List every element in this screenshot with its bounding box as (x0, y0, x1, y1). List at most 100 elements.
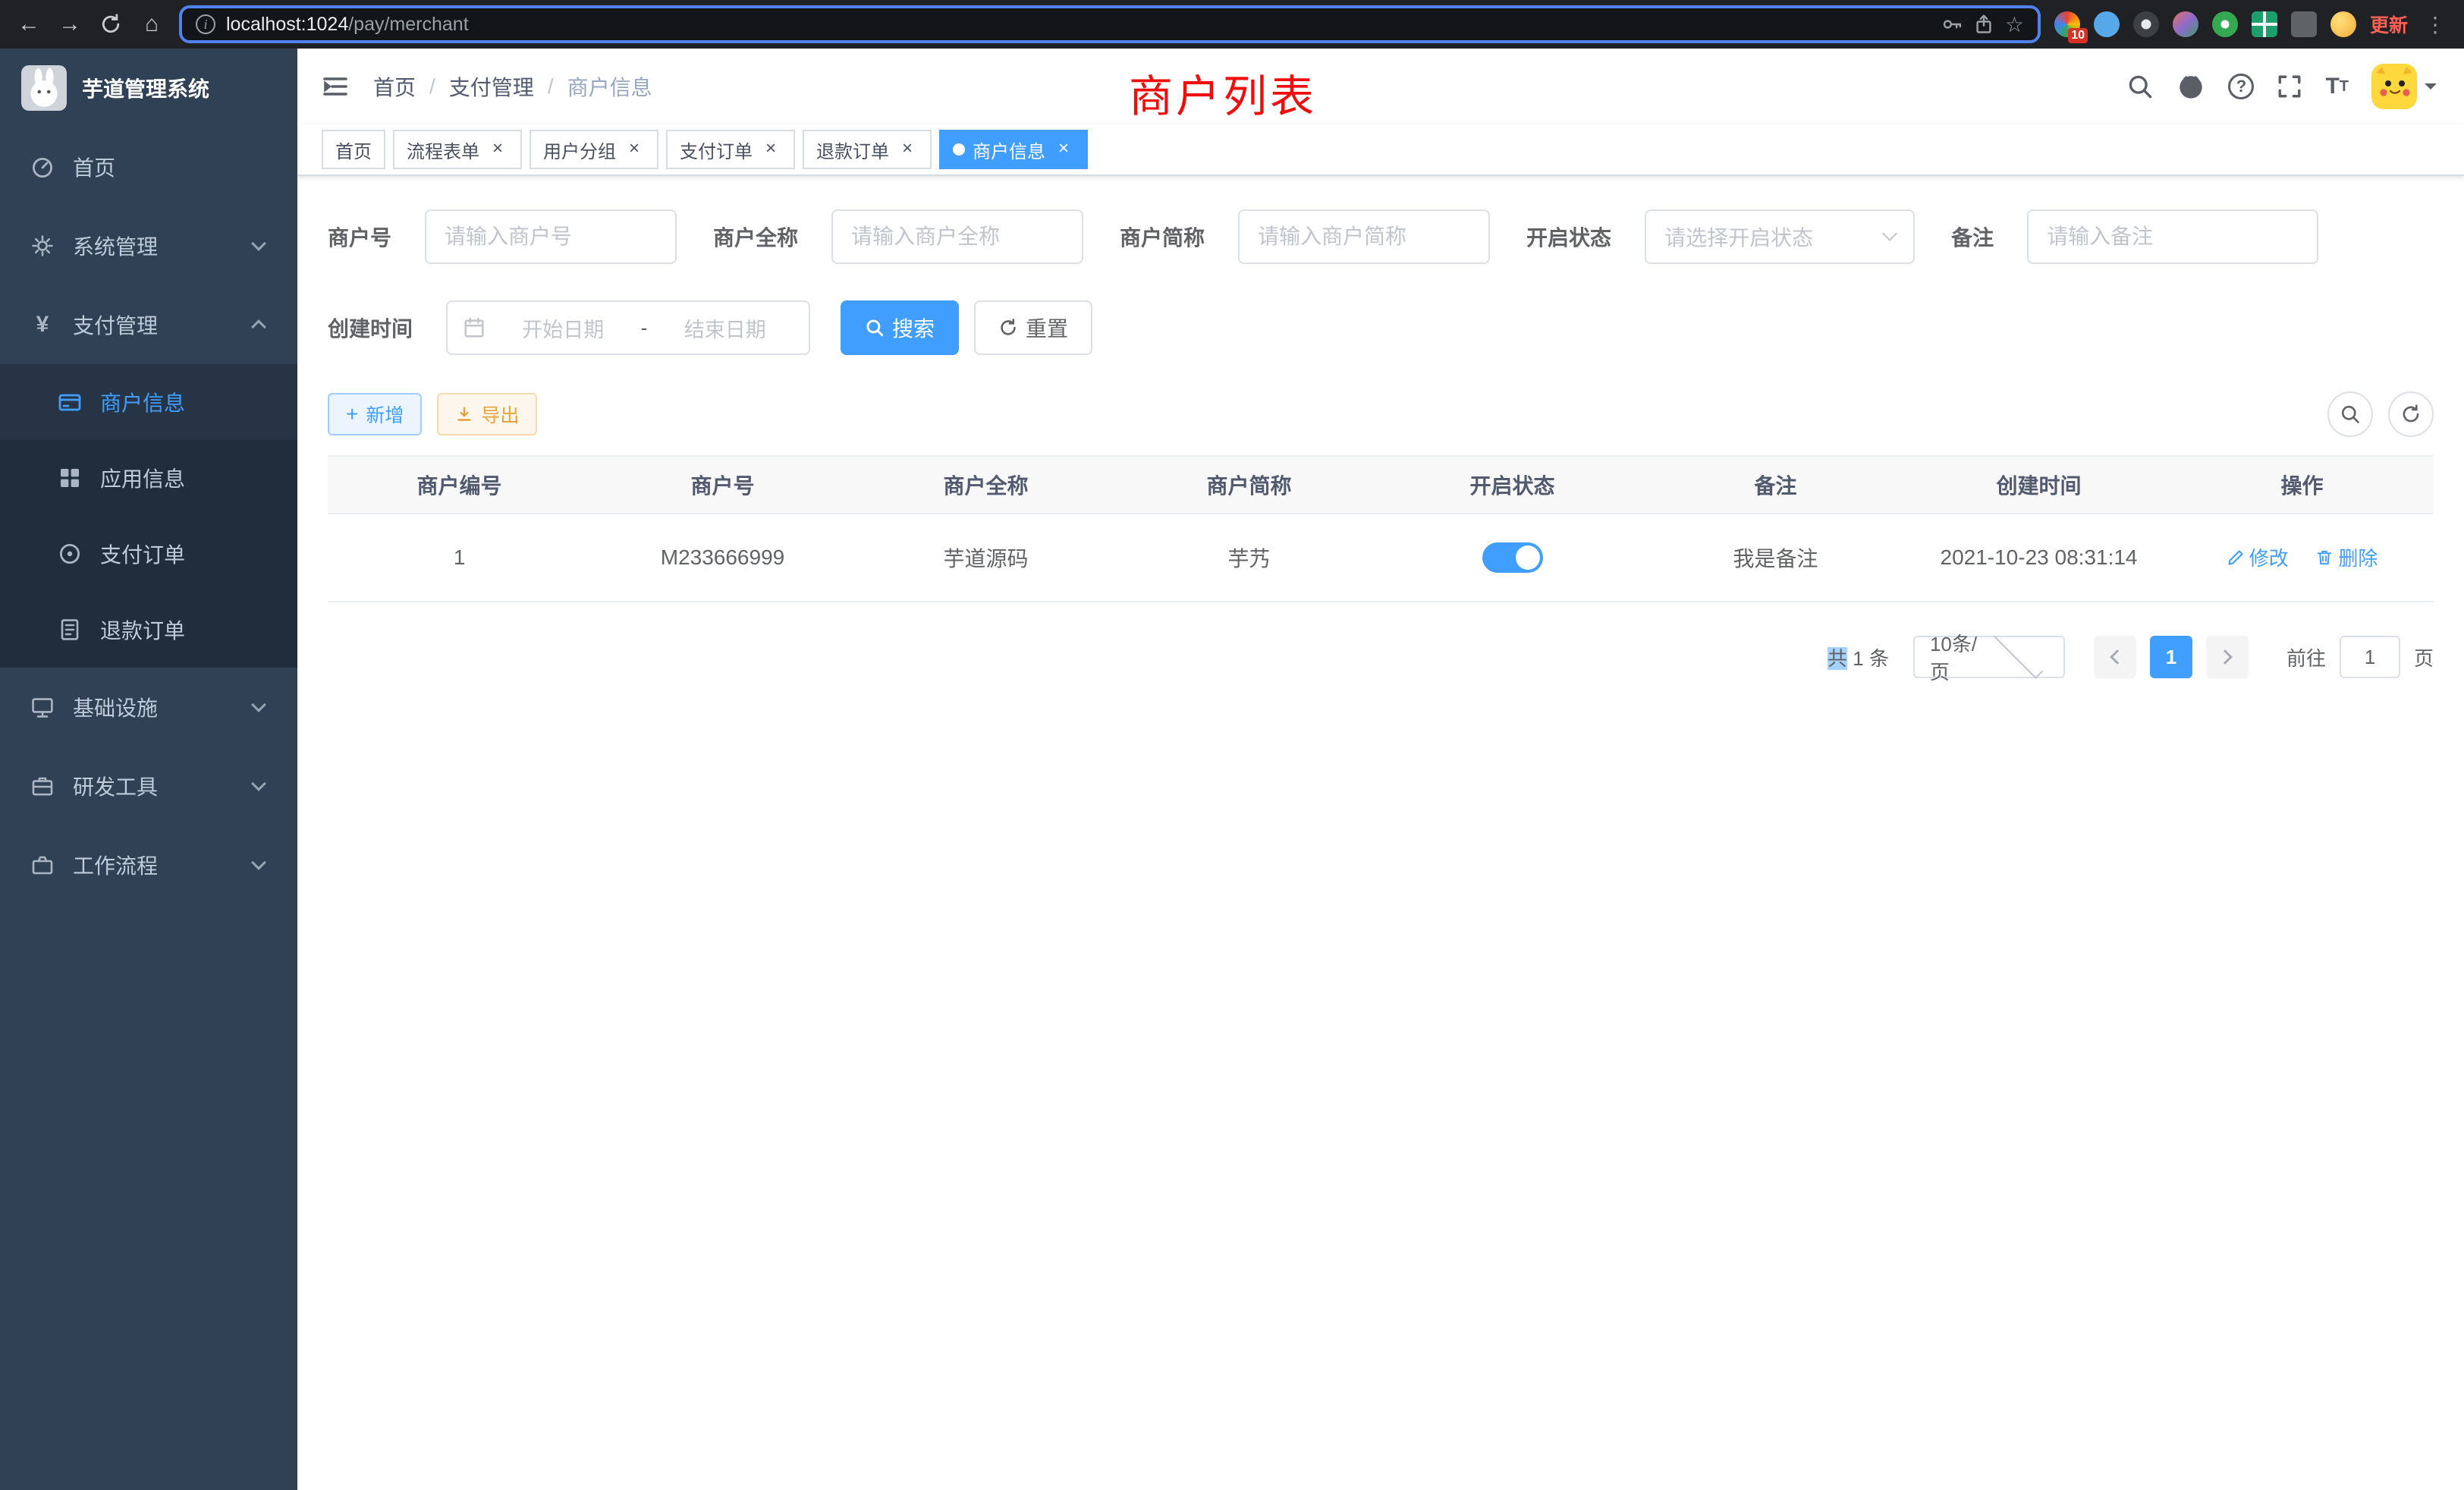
prev-page-button[interactable] (2094, 636, 2136, 678)
create-time-range-picker[interactable]: 开始日期 - 结束日期 (446, 300, 810, 355)
tab-refund-order[interactable]: 退款订单× (803, 130, 932, 169)
goto-page-input[interactable] (2340, 636, 2400, 678)
extension-icon[interactable] (2133, 11, 2159, 37)
toolbox-icon (30, 774, 55, 798)
export-button[interactable]: 导出 (437, 393, 537, 435)
browser-home-icon[interactable]: ⌂ (138, 13, 165, 36)
gear-icon (30, 234, 55, 258)
dashboard-icon (30, 155, 55, 179)
status-select[interactable]: 请选择开启状态 (1645, 209, 1915, 264)
cell-create-time: 2021-10-23 08:31:14 (1907, 514, 2170, 602)
full-name-input[interactable] (833, 211, 1082, 262)
breadcrumb-item[interactable]: 首页 (373, 71, 416, 102)
tab-process-form[interactable]: 流程表单× (393, 130, 522, 169)
column-header: 操作 (2170, 456, 2434, 514)
extension-icon[interactable] (2252, 11, 2277, 37)
merchant-no-input[interactable] (426, 211, 675, 262)
delete-link[interactable]: 删除 (2315, 543, 2378, 571)
sidebar-item-pay-order[interactable]: 支付订单 (0, 516, 297, 592)
edit-link[interactable]: 修改 (2227, 543, 2289, 571)
close-icon[interactable]: × (487, 139, 508, 160)
yen-icon: ¥ (30, 313, 55, 337)
monitor-icon (30, 695, 55, 719)
page-content: 商户号 商户全称 商户简称 开启状态 请选择开启状态 (297, 176, 2464, 739)
logo[interactable]: 芋道管理系统 (0, 49, 297, 127)
extension-icon[interactable] (2291, 11, 2317, 37)
share-icon[interactable] (1973, 14, 1994, 35)
start-date-placeholder[interactable]: 开始日期 (495, 313, 632, 343)
tab-home[interactable]: 首页 (322, 130, 385, 169)
sidebar-item-devtools[interactable]: 研发工具 (0, 747, 297, 825)
calendar-icon (463, 316, 486, 339)
help-icon[interactable]: ? (2228, 74, 2254, 99)
order-icon (58, 542, 82, 566)
breadcrumb-separator: / (548, 74, 554, 99)
breadcrumb-item[interactable]: 支付管理 (449, 71, 534, 102)
sidebar-item-merchant-info[interactable]: 商户信息 (0, 364, 297, 440)
next-page-button[interactable] (2206, 636, 2249, 678)
chevron-down-icon (2425, 83, 2437, 96)
bookmark-star-icon[interactable]: ☆ (2005, 12, 2024, 37)
chevron-down-icon (251, 697, 266, 712)
tab-user-group[interactable]: 用户分组× (530, 130, 658, 169)
browser-menu-icon[interactable]: ⋮ (2422, 12, 2449, 37)
password-key-icon[interactable] (1941, 14, 1963, 35)
sidebar-item-system[interactable]: 系统管理 (0, 206, 297, 285)
close-icon[interactable]: × (624, 139, 645, 160)
page-1-button[interactable]: 1 (2150, 636, 2192, 678)
chevron-left-icon (2110, 649, 2125, 665)
edit-pencil-icon (2227, 549, 2245, 567)
add-button[interactable]: + 新增 (328, 393, 422, 435)
user-menu[interactable] (2371, 64, 2437, 109)
page-size-select[interactable]: 10条/页 (1913, 636, 2065, 678)
column-header: 备注 (1644, 456, 1907, 514)
sidebar-item-infrastructure[interactable]: 基础设施 (0, 668, 297, 747)
refresh-table-button[interactable] (2388, 391, 2434, 437)
profile-avatar-icon[interactable] (2330, 11, 2356, 37)
tab-pay-order[interactable]: 支付订单× (666, 130, 795, 169)
filter-row-2: 创建时间 开始日期 - 结束日期 搜索 重置 (328, 300, 2434, 355)
reset-button[interactable]: 重置 (974, 300, 1092, 355)
cell-status (1381, 514, 1644, 602)
extension-badge: 10 (2068, 28, 2088, 43)
github-icon[interactable] (2176, 72, 2205, 101)
browser-back-icon[interactable]: ← (15, 13, 42, 36)
short-name-input[interactable] (1240, 211, 1488, 262)
active-dot-icon (953, 143, 965, 156)
cell-full-name: 芋道源码 (854, 514, 1117, 602)
extension-icon[interactable] (2094, 11, 2120, 37)
extension-icon[interactable] (2173, 11, 2198, 37)
close-icon[interactable]: × (760, 139, 781, 160)
remark-input[interactable] (2029, 211, 2317, 262)
close-icon[interactable]: × (897, 139, 918, 160)
browser-reload-icon[interactable] (97, 13, 124, 36)
close-icon[interactable]: × (1053, 139, 1074, 160)
status-toggle[interactable] (1482, 542, 1543, 573)
column-header: 创建时间 (1907, 456, 2170, 514)
create-time-label: 创建时间 (328, 313, 413, 343)
page-unit-label: 页 (2414, 643, 2434, 671)
chevron-down-icon (1882, 226, 1897, 241)
sidebar-item-workflow[interactable]: 工作流程 (0, 825, 297, 904)
sidebar-item-payment[interactable]: ¥ 支付管理 (0, 285, 297, 364)
fullscreen-icon[interactable] (2277, 74, 2302, 99)
end-date-placeholder[interactable]: 结束日期 (657, 313, 794, 343)
url-bar[interactable]: i localhost:1024/pay/merchant ☆ (179, 5, 2041, 43)
total-count: 共 1 条 (1828, 643, 1889, 671)
hamburger-icon[interactable] (297, 74, 373, 99)
sidebar-item-app-info[interactable]: 应用信息 (0, 440, 297, 516)
extension-icon[interactable]: 10 (2054, 11, 2080, 37)
extension-icon[interactable] (2212, 11, 2238, 37)
search-icon[interactable] (2126, 73, 2154, 100)
tab-merchant-info[interactable]: 商户信息× (939, 130, 1088, 169)
sidebar-item-home[interactable]: 首页 (0, 127, 297, 206)
browser-update-button[interactable]: 更新 (2370, 11, 2408, 38)
toggle-search-button[interactable] (2327, 391, 2373, 437)
search-icon (865, 318, 885, 338)
sidebar-item-refund-order[interactable]: 退款订单 (0, 592, 297, 668)
navbar-actions: ? TT (2126, 64, 2464, 109)
site-info-icon[interactable]: i (196, 14, 215, 34)
browser-forward-icon[interactable]: → (56, 13, 83, 36)
search-button[interactable]: 搜索 (841, 300, 959, 355)
font-size-icon[interactable]: TT (2325, 74, 2349, 99)
